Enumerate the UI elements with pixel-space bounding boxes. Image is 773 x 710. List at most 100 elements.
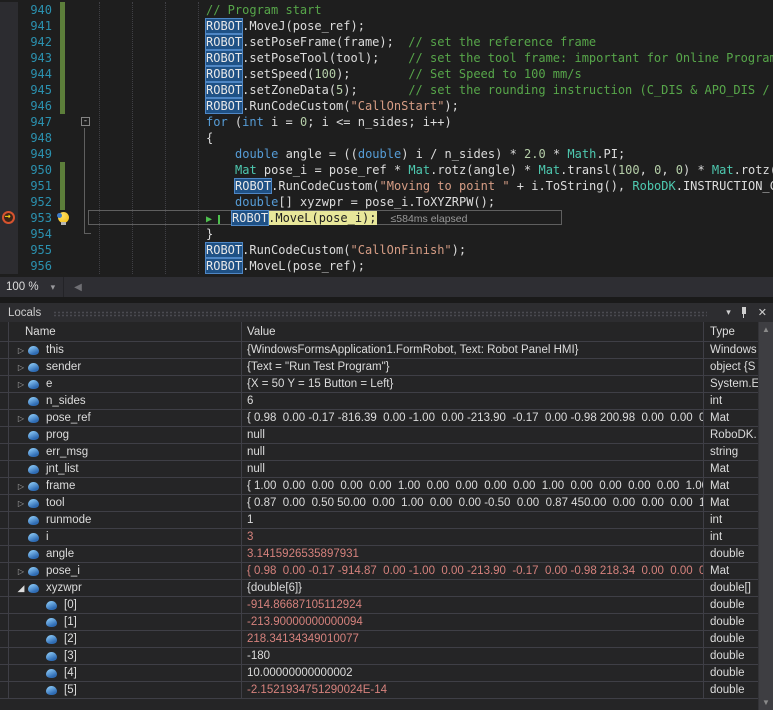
locals-row[interactable]: jnt_listnullMat	[0, 461, 758, 478]
breakpoint-gutter[interactable]	[0, 130, 18, 146]
code-text[interactable]: ROBOT.MoveL(pose_ref);	[68, 258, 773, 274]
variable-value-cell[interactable]: 218.34134349010077	[242, 631, 704, 647]
code-line[interactable]: 951ROBOT.RunCodeCustom("Moving to point …	[0, 178, 773, 194]
code-line[interactable]: 948{	[0, 130, 773, 146]
breakpoint-gutter[interactable]	[0, 2, 18, 18]
column-header-type[interactable]: Type	[704, 322, 758, 341]
variable-value-cell[interactable]: { 0.87 0.00 0.50 50.00 0.00 1.00 0.00 0.…	[242, 495, 704, 511]
code-text[interactable]: Mat pose_i = pose_ref * Mat.rotz(angle) …	[68, 162, 773, 178]
breakpoint-gutter[interactable]	[0, 210, 18, 226]
expand-arrow-icon[interactable]: ▷	[14, 414, 28, 423]
code-text[interactable]: }	[68, 226, 773, 242]
variable-name-cell[interactable]: ▷this	[9, 342, 242, 358]
locals-row[interactable]: [3]-180double	[0, 648, 758, 665]
code-line[interactable]: 944ROBOT.setSpeed(100); // Set Speed to …	[0, 66, 773, 82]
expand-arrow-icon[interactable]: ▷	[14, 363, 28, 372]
variable-name-cell[interactable]: jnt_list	[9, 461, 242, 477]
code-text[interactable]: // Program start	[68, 2, 773, 18]
chevron-down-icon[interactable]: ▾	[51, 282, 56, 293]
code-text[interactable]: ROBOT.setZoneData(5); // set the roundin…	[68, 82, 773, 98]
expand-arrow-icon[interactable]: ▷	[14, 482, 28, 491]
variable-value-cell[interactable]: {double[6]}	[242, 580, 704, 596]
variable-name-cell[interactable]: [5]	[9, 682, 242, 698]
locals-row[interactable]: ▷pose_ref{ 0.98 0.00 -0.17 -816.39 0.00 …	[0, 410, 758, 427]
variable-name-cell[interactable]: i	[9, 529, 242, 545]
breakpoint-gutter[interactable]	[0, 98, 18, 114]
variable-name-cell[interactable]: ▷pose_ref	[9, 410, 242, 426]
locals-row[interactable]: ◢xyzwpr{double[6]}double[]	[0, 580, 758, 597]
variable-name-cell[interactable]: n_sides	[9, 393, 242, 409]
code-text[interactable]: ROBOT.setPoseFrame(frame); // set the re…	[68, 34, 773, 50]
variable-name-cell[interactable]: ▷pose_i	[9, 563, 242, 579]
locals-row[interactable]: n_sides6int	[0, 393, 758, 410]
code-line[interactable]: 956ROBOT.MoveL(pose_ref);	[0, 258, 773, 274]
code-line[interactable]: 940// Program start	[0, 2, 773, 18]
locals-row[interactable]: ▷e{X = 50 Y = 15 Button = Left}System.E	[0, 376, 758, 393]
code-text[interactable]: ROBOT.RunCodeCustom("CallOnFinish");	[68, 242, 773, 258]
code-line[interactable]: 955ROBOT.RunCodeCustom("CallOnFinish");	[0, 242, 773, 258]
code-line[interactable]: 942ROBOT.setPoseFrame(frame); // set the…	[0, 34, 773, 50]
vertical-scrollbar[interactable]: ▲ ▼	[758, 322, 773, 710]
breakpoint-gutter[interactable]	[0, 66, 18, 82]
editor-zoom-selector[interactable]: 100 % ▾	[0, 277, 63, 297]
code-text[interactable]: ROBOT.setPoseTool(tool); // set the tool…	[68, 50, 773, 66]
variable-name-cell[interactable]: [4]	[9, 665, 242, 681]
variable-name-cell[interactable]: [3]	[9, 648, 242, 664]
code-line[interactable]: 953ROBOT.MoveL(pose_i);≤584ms elapsed	[0, 210, 773, 226]
variable-value-cell[interactable]: -180	[242, 648, 704, 664]
code-text[interactable]: ROBOT.MoveJ(pose_ref);	[68, 18, 773, 34]
variable-name-cell[interactable]: err_msg	[9, 444, 242, 460]
variable-value-cell[interactable]: null	[242, 444, 704, 460]
variable-value-cell[interactable]: 1	[242, 512, 704, 528]
variable-value-cell[interactable]: -914.86687105112924	[242, 597, 704, 613]
code-line[interactable]: 952double[] xyzwpr = pose_i.ToXYZRPW();	[0, 194, 773, 210]
variable-name-cell[interactable]: [1]	[9, 614, 242, 630]
fold-collapse-icon[interactable]	[81, 117, 90, 126]
breakpoint-gutter[interactable]	[0, 114, 18, 130]
breakpoint-gutter[interactable]	[0, 18, 18, 34]
code-line[interactable]: 947for (int i = 0; i <= n_sides; i++)	[0, 114, 773, 130]
variable-name-cell[interactable]: ▷frame	[9, 478, 242, 494]
code-text[interactable]: ROBOT.setSpeed(100); // Set Speed to 100…	[68, 66, 773, 82]
locals-row[interactable]: runmode1int	[0, 512, 758, 529]
scroll-up-arrow-icon[interactable]: ▲	[759, 325, 773, 334]
locals-titlebar[interactable]: Locals ▾ ✕	[0, 303, 773, 322]
breakpoint-gutter[interactable]	[0, 82, 18, 98]
variable-value-cell[interactable]: 3.1415926535897931	[242, 546, 704, 562]
horizontal-scrollbar[interactable]	[82, 277, 773, 297]
code-text[interactable]: ROBOT.RunCodeCustom("Moving to point " +…	[68, 178, 773, 194]
locals-row[interactable]: [0]-914.86687105112924double	[0, 597, 758, 614]
locals-row[interactable]: ▷pose_i{ 0.98 0.00 -0.17 -914.87 0.00 -1…	[0, 563, 758, 580]
locals-row[interactable]: ▷frame{ 1.00 0.00 0.00 0.00 0.00 1.00 0.…	[0, 478, 758, 495]
expand-arrow-icon[interactable]: ▷	[14, 346, 28, 355]
collapse-arrow-icon[interactable]: ◢	[14, 583, 28, 594]
locals-row[interactable]: [2]218.34134349010077double	[0, 631, 758, 648]
code-line[interactable]: 954}	[0, 226, 773, 242]
scroll-left-arrow-icon[interactable]: ◀	[74, 282, 82, 293]
variable-value-cell[interactable]: null	[242, 427, 704, 443]
code-line[interactable]: 946ROBOT.RunCodeCustom("CallOnStart");	[0, 98, 773, 114]
breakpoint-gutter[interactable]	[0, 258, 18, 274]
variable-value-cell[interactable]: -2.1521934751290024E-14	[242, 682, 704, 698]
scroll-down-arrow-icon[interactable]: ▼	[759, 698, 773, 707]
column-header-value[interactable]: Value	[242, 322, 704, 341]
variable-value-cell[interactable]: null	[242, 461, 704, 477]
locals-row[interactable]: err_msgnullstring	[0, 444, 758, 461]
locals-row[interactable]: angle3.1415926535897931double	[0, 546, 758, 563]
code-text[interactable]: ROBOT.RunCodeCustom("CallOnStart");	[68, 98, 773, 114]
variable-value-cell[interactable]: {WindowsFormsApplication1.FormRobot, Tex…	[242, 342, 704, 358]
column-header-name[interactable]: Name	[9, 322, 242, 341]
variable-value-cell[interactable]: {X = 50 Y = 15 Button = Left}	[242, 376, 704, 392]
breakpoint-gutter[interactable]	[0, 146, 18, 162]
code-text[interactable]: double[] xyzwpr = pose_i.ToXYZRPW();	[68, 194, 773, 210]
variable-value-cell[interactable]: {Text = "Run Test Program"}	[242, 359, 704, 375]
locals-row[interactable]: ▷tool{ 0.87 0.00 0.50 50.00 0.00 1.00 0.…	[0, 495, 758, 512]
variable-name-cell[interactable]: ▷tool	[9, 495, 242, 511]
variable-value-cell[interactable]: 10.00000000000002	[242, 665, 704, 681]
expand-arrow-icon[interactable]: ▷	[14, 567, 28, 576]
variable-name-cell[interactable]: [0]	[9, 597, 242, 613]
code-line[interactable]: 945ROBOT.setZoneData(5); // set the roun…	[0, 82, 773, 98]
expand-arrow-icon[interactable]: ▷	[14, 499, 28, 508]
variable-value-cell[interactable]: { 1.00 0.00 0.00 0.00 0.00 1.00 0.00 0.0…	[242, 478, 704, 494]
breakpoint-current-statement-icon[interactable]	[2, 211, 15, 224]
